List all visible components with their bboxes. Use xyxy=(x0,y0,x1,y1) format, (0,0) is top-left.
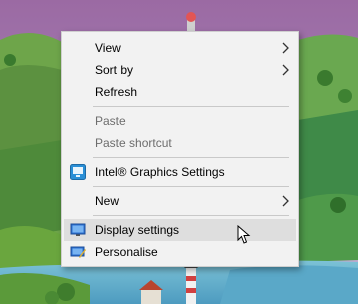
menu-item-view[interactable]: View xyxy=(64,37,296,59)
menu-item-label: View xyxy=(95,41,121,55)
menu-item-label: Refresh xyxy=(95,85,138,99)
mouse-pointer-icon xyxy=(237,225,251,244)
menu-item-label: Personalise xyxy=(95,245,158,259)
chevron-right-icon xyxy=(282,195,289,207)
menu-item-paste[interactable]: Paste xyxy=(64,110,296,132)
menu-item-label: Paste xyxy=(95,114,126,128)
menu-separator xyxy=(93,157,289,158)
menu-item-refresh[interactable]: Refresh xyxy=(64,81,296,103)
intel-graphics-icon xyxy=(70,164,86,180)
menu-item-label: Sort by xyxy=(95,63,134,77)
chevron-right-icon xyxy=(282,64,289,76)
menu-item-label: Display settings xyxy=(95,223,180,237)
menu-item-label: New xyxy=(95,194,120,208)
menu-separator xyxy=(93,106,289,107)
chevron-right-icon xyxy=(282,42,289,54)
menu-separator xyxy=(93,186,289,187)
menu-separator xyxy=(93,215,289,216)
desktop-context-menu: View Sort by Refresh Paste Paste shortcu… xyxy=(61,31,299,267)
menu-item-new[interactable]: New xyxy=(64,190,296,212)
menu-item-intel-graphics-settings[interactable]: Intel® Graphics Settings xyxy=(64,161,296,183)
menu-item-sort-by[interactable]: Sort by xyxy=(64,59,296,81)
display-settings-icon xyxy=(70,223,86,236)
menu-item-paste-shortcut[interactable]: Paste shortcut xyxy=(64,132,296,154)
menu-item-label: Paste shortcut xyxy=(95,136,172,150)
menu-item-label: Intel® Graphics Settings xyxy=(95,165,225,179)
menu-item-personalise[interactable]: Personalise xyxy=(64,241,296,263)
personalise-icon xyxy=(70,246,86,258)
menu-item-display-settings[interactable]: Display settings xyxy=(64,219,296,241)
